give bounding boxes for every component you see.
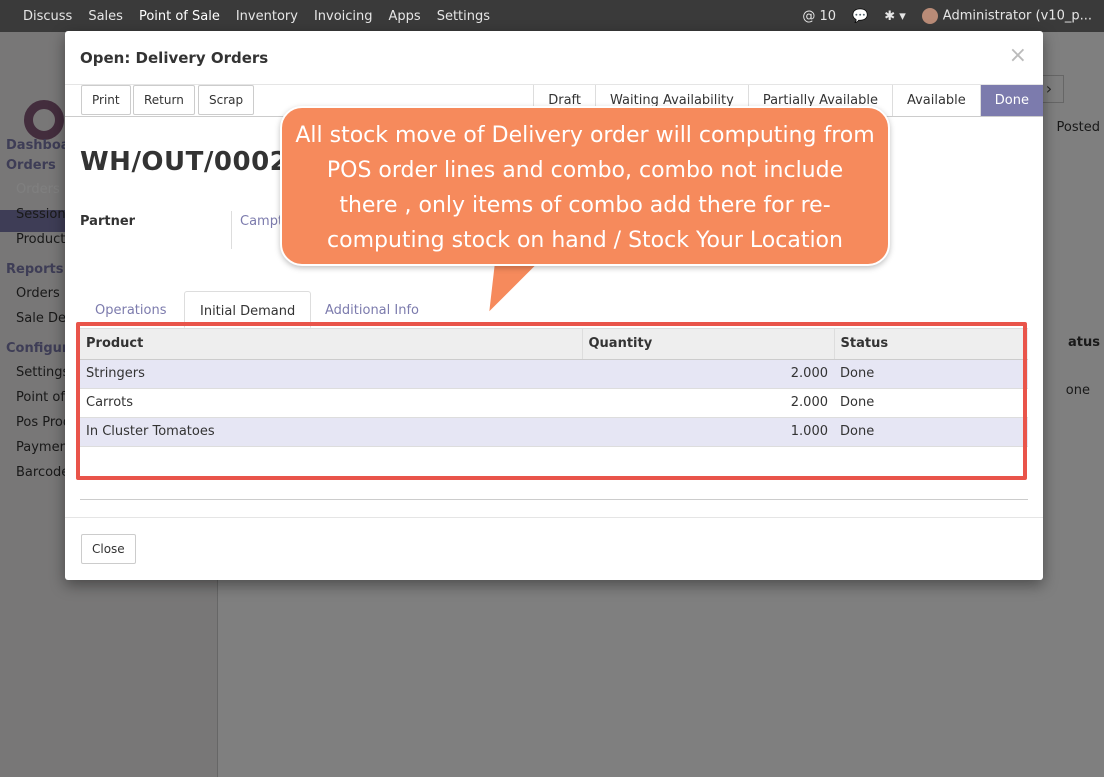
stage-available: Available — [891, 85, 980, 116]
menu-point-of-sale[interactable]: Point of Sale — [139, 9, 220, 24]
callout-line-2: POS order lines and combo, combo not inc… — [326, 158, 844, 183]
bug-icon[interactable]: ✱ ▾ — [884, 9, 906, 24]
menu-apps[interactable]: Apps — [389, 9, 421, 24]
modal-title: Open: Delivery Orders — [80, 49, 269, 67]
messages-counter[interactable]: @ 10 — [802, 9, 836, 24]
modal-footer: Close — [65, 517, 1043, 580]
main-menu: Discuss Sales Point of Sale Inventory In… — [12, 0, 495, 32]
avatar — [921, 8, 938, 24]
menu-sales[interactable]: Sales — [88, 9, 123, 24]
scrap-button[interactable]: Scrap — [198, 85, 255, 115]
user-menu[interactable]: Administrator (v10_p... — [921, 8, 1092, 24]
close-icon[interactable]: × — [1009, 43, 1027, 68]
callout-line-1: All stock move of Delivery order will co… — [295, 123, 875, 148]
partner-label: Partner — [80, 214, 136, 229]
user-name: Administrator (v10_p... — [942, 8, 1092, 24]
callout-line-4: computing stock on hand / Stock Your Loc… — [327, 228, 843, 253]
record-reference: WH/OUT/0002 — [80, 147, 289, 177]
stage-done: Done — [979, 85, 1043, 116]
menu-discuss[interactable]: Discuss — [23, 9, 72, 24]
menu-inventory[interactable]: Inventory — [236, 9, 298, 24]
chat-icon[interactable]: 💬 — [852, 9, 868, 24]
return-button[interactable]: Return — [133, 85, 195, 115]
menu-settings[interactable]: Settings — [437, 9, 490, 24]
top-navbar: Discuss Sales Point of Sale Inventory In… — [0, 0, 1104, 32]
callout-line-3: there , only items of combo add there fo… — [339, 193, 831, 218]
close-button[interactable]: Close — [81, 534, 136, 564]
callout-tail — [486, 262, 542, 317]
systray: @ 10 💬 ✱ ▾ Administrator (v10_p... — [802, 0, 1092, 32]
partner-value[interactable]: Campt — [231, 211, 283, 249]
annotation-highlight-box — [76, 322, 1027, 480]
menu-invoicing[interactable]: Invoicing — [314, 9, 373, 24]
annotation-callout: All stock move of Delivery order will co… — [280, 106, 890, 266]
print-button[interactable]: Print — [81, 85, 131, 115]
modal-header: Open: Delivery Orders × — [65, 31, 1043, 85]
sheet-divider — [80, 499, 1028, 500]
